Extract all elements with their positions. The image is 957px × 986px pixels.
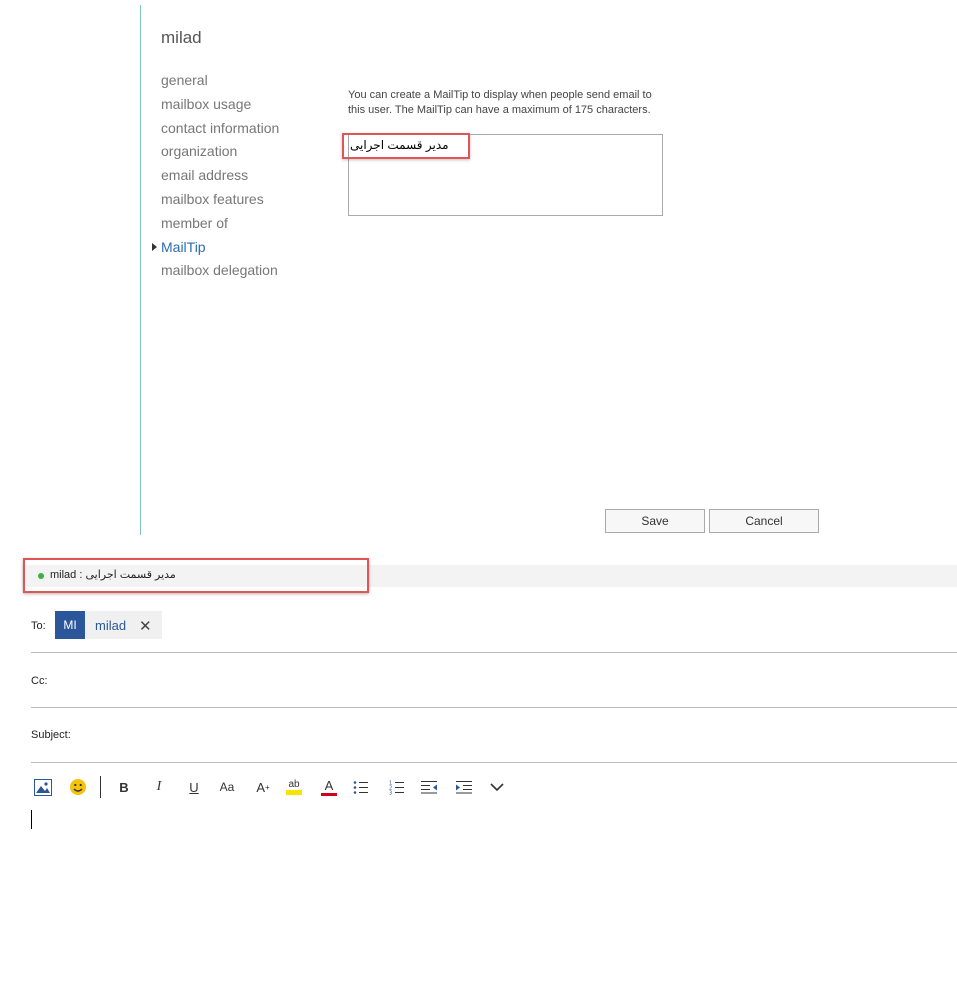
- close-icon[interactable]: ✕: [139, 617, 152, 635]
- cc-label: Cc:: [31, 675, 48, 687]
- highlight-frame: [342, 133, 470, 159]
- sidebar-item-mailbox-usage[interactable]: mailbox usage: [161, 94, 279, 118]
- sidebar-item-organization[interactable]: organization: [161, 141, 279, 165]
- save-button[interactable]: Save: [605, 509, 705, 533]
- font-size-icon[interactable]: Aa: [216, 777, 238, 797]
- sidebar-item-general[interactable]: general: [161, 70, 279, 94]
- recipient-name[interactable]: milad: [95, 618, 126, 633]
- font-color-glyph: A: [324, 777, 334, 793]
- chevron-down-icon[interactable]: [488, 777, 506, 797]
- sidebar-item-mailtip[interactable]: MailTip: [151, 237, 279, 261]
- sidebar-item-member-of[interactable]: member of: [161, 213, 279, 237]
- divider: [31, 652, 957, 653]
- italic-icon[interactable]: I: [150, 777, 168, 797]
- subject-input[interactable]: [85, 718, 950, 753]
- message-body[interactable]: [22, 805, 952, 975]
- sidebar-item-contact-information[interactable]: contact information: [161, 118, 279, 142]
- emoji-icon[interactable]: [68, 777, 88, 797]
- image-icon[interactable]: [33, 777, 53, 797]
- svg-text:3: 3: [389, 790, 392, 795]
- page-title: milad: [161, 28, 202, 47]
- subject-label: Subject:: [31, 729, 71, 741]
- grow-font-glyph: A: [256, 779, 265, 795]
- cancel-button[interactable]: Cancel: [709, 509, 819, 533]
- highlight-glyph: ab: [288, 779, 300, 790]
- bold-icon[interactable]: B: [115, 777, 133, 797]
- bullets-icon[interactable]: [352, 777, 370, 797]
- font-color-icon[interactable]: A: [319, 777, 339, 797]
- highlight-frame: [23, 558, 369, 593]
- plus-icon: +: [265, 782, 270, 792]
- cc-input[interactable]: [60, 665, 950, 700]
- divider: [31, 707, 957, 708]
- panel-divider: [140, 5, 141, 535]
- to-label: To:: [31, 620, 46, 632]
- highlight-bar: [286, 790, 302, 795]
- toolbar-separator: [100, 776, 101, 798]
- text-cursor: [31, 810, 32, 829]
- increase-indent-icon[interactable]: [455, 777, 473, 797]
- mailtip-description: You can create a MailTip to display when…: [348, 89, 652, 116]
- sidebar-nav: general mailbox usage contact informatio…: [151, 70, 279, 284]
- numbering-icon[interactable]: 123: [388, 777, 406, 797]
- sidebar-item-email-address[interactable]: email address: [161, 165, 279, 189]
- sidebar-item-mailbox-features[interactable]: mailbox features: [161, 189, 279, 213]
- divider: [31, 762, 957, 763]
- sidebar-item-mailbox-delegation[interactable]: mailbox delegation: [161, 260, 279, 284]
- font-color-bar: [321, 792, 337, 796]
- underline-icon[interactable]: U: [185, 777, 203, 797]
- decrease-indent-icon[interactable]: [420, 777, 438, 797]
- grow-font-icon[interactable]: A +: [253, 777, 273, 797]
- avatar: MI: [55, 611, 85, 639]
- highlight-icon[interactable]: ab: [284, 777, 304, 797]
